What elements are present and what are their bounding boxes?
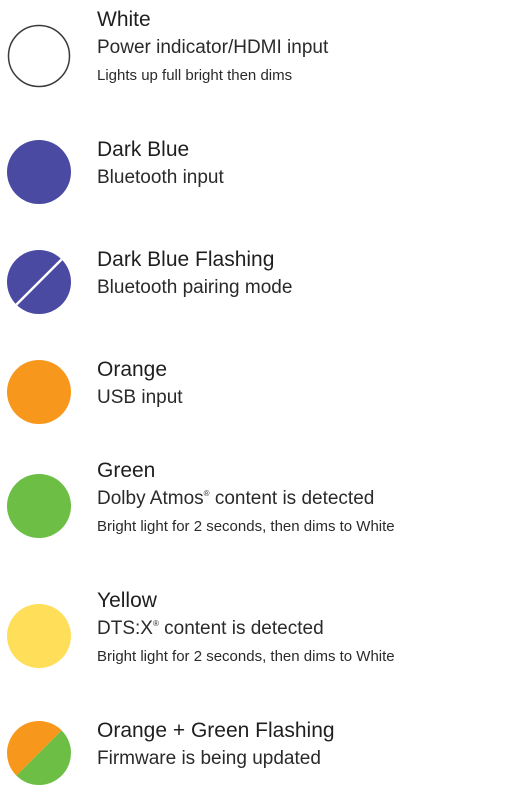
color-name: Dark Blue: [97, 138, 190, 161]
color-description: Bluetooth input: [97, 167, 224, 188]
green-circle-icon: [7, 474, 71, 538]
color-name: White: [97, 8, 151, 31]
color-name: Orange + Green Flashing: [97, 719, 335, 742]
legend-entry-text: Dark Blue Flashing Bluetooth pairing mod…: [97, 248, 514, 302]
color-name: Orange: [97, 358, 168, 381]
description-text: Dolby Atmos: [97, 488, 204, 509]
color-description: Bluetooth pairing mode: [97, 277, 293, 298]
description-text: DTS:X: [97, 618, 153, 639]
legend-entry-text: Yellow DTS:X® content is detected Bright…: [97, 589, 514, 668]
color-name: Dark Blue Flashing: [97, 248, 275, 271]
color-name: Green: [97, 459, 156, 482]
color-note: Bright light for 2 seconds, then dims to…: [97, 648, 395, 665]
color-name: Yellow: [97, 589, 157, 612]
color-description: Power indicator/HDMI input: [97, 37, 329, 58]
color-description: Firmware is being updated: [97, 748, 321, 769]
legend-entry-text: Orange USB input: [97, 358, 514, 412]
color-note: Lights up full bright then dims: [97, 67, 293, 84]
yellow-circle-icon: [7, 604, 71, 668]
legend-entry-text: Dark Blue Bluetooth input: [97, 138, 514, 192]
legend-entry-text: Orange + Green Flashing Firmware is bein…: [97, 719, 514, 773]
led-color-legend: White Power indicator/HDMI input Lights …: [0, 0, 514, 785]
color-description: DTS:X® content is detected: [97, 615, 514, 643]
dark-blue-flashing-icon: [7, 250, 71, 314]
dark-blue-circle-icon: [7, 140, 71, 204]
description-suffix: content is detected: [209, 488, 375, 509]
orange-green-split-icon: [7, 721, 71, 785]
legend-entry-text: Green Dolby Atmos® content is detected B…: [97, 459, 514, 538]
orange-circle-icon: [7, 360, 71, 424]
description-suffix: content is detected: [158, 618, 324, 639]
color-description: Dolby Atmos® content is detected: [97, 485, 514, 513]
legend-entry-text: White Power indicator/HDMI input Lights …: [97, 8, 514, 87]
white-circle-icon: [7, 24, 71, 88]
color-note: Bright light for 2 seconds, then dims to…: [97, 518, 395, 535]
color-description: USB input: [97, 387, 183, 408]
